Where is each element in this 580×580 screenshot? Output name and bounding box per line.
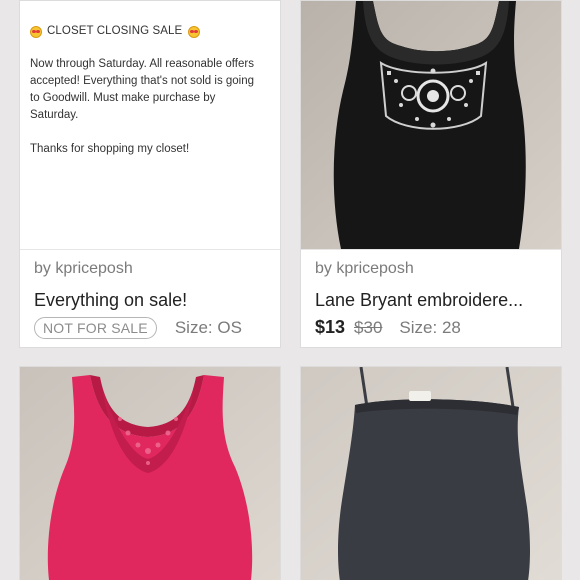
black-embroidered-tank-photo bbox=[301, 1, 561, 249]
pink-crochet-tank-photo bbox=[20, 367, 280, 580]
listing-size: Size: 28 bbox=[399, 317, 461, 337]
listing-price: $13 bbox=[315, 317, 346, 337]
listing-info: by kpriceposh Everything on sale! NOT FO… bbox=[20, 249, 280, 347]
listing-card-closet-sale[interactable]: CLOSET CLOSING SALE Now through Saturday… bbox=[19, 0, 281, 348]
listing-photo[interactable] bbox=[301, 1, 561, 249]
heart-eyes-emoji-icon bbox=[188, 25, 201, 38]
listing-card-lane-bryant[interactable]: by kpriceposh Lane Bryant embroidere... … bbox=[300, 0, 562, 348]
sale-note-footer: Thanks for shopping my closet! bbox=[30, 143, 190, 155]
original-price: $30 bbox=[354, 317, 383, 337]
listing-photo[interactable] bbox=[301, 367, 561, 580]
listing-card-gray-camisole[interactable] bbox=[300, 366, 562, 580]
listing-title[interactable]: Lane Bryant embroidere... bbox=[315, 290, 549, 311]
sale-note-title-row: CLOSET CLOSING SALE bbox=[30, 23, 266, 40]
listing-card-pink-tank[interactable] bbox=[19, 366, 281, 580]
listing-size: Size: OS bbox=[174, 318, 242, 337]
seller-byline[interactable]: by kpriceposh bbox=[315, 260, 414, 278]
sale-note-title: CLOSET CLOSING SALE bbox=[47, 25, 183, 37]
sale-note-body: Now through Saturday. All reasonable off… bbox=[30, 58, 255, 121]
seller-byline[interactable]: by kpriceposh bbox=[34, 260, 133, 278]
not-for-sale-badge: NOT FOR SALE bbox=[34, 317, 157, 339]
listing-info: by kpriceposh Lane Bryant embroidere... … bbox=[301, 249, 561, 347]
listing-photo[interactable] bbox=[20, 367, 280, 580]
listing-title[interactable]: Everything on sale! bbox=[34, 290, 268, 311]
listing-meta: NOT FOR SALE Size: OS bbox=[34, 317, 270, 339]
heart-eyes-emoji-icon bbox=[30, 25, 42, 38]
listing-meta: $13 $30 Size: 28 bbox=[315, 317, 551, 338]
sale-note-image[interactable]: CLOSET CLOSING SALE Now through Saturday… bbox=[20, 1, 280, 249]
charcoal-camisole-photo bbox=[301, 367, 561, 580]
